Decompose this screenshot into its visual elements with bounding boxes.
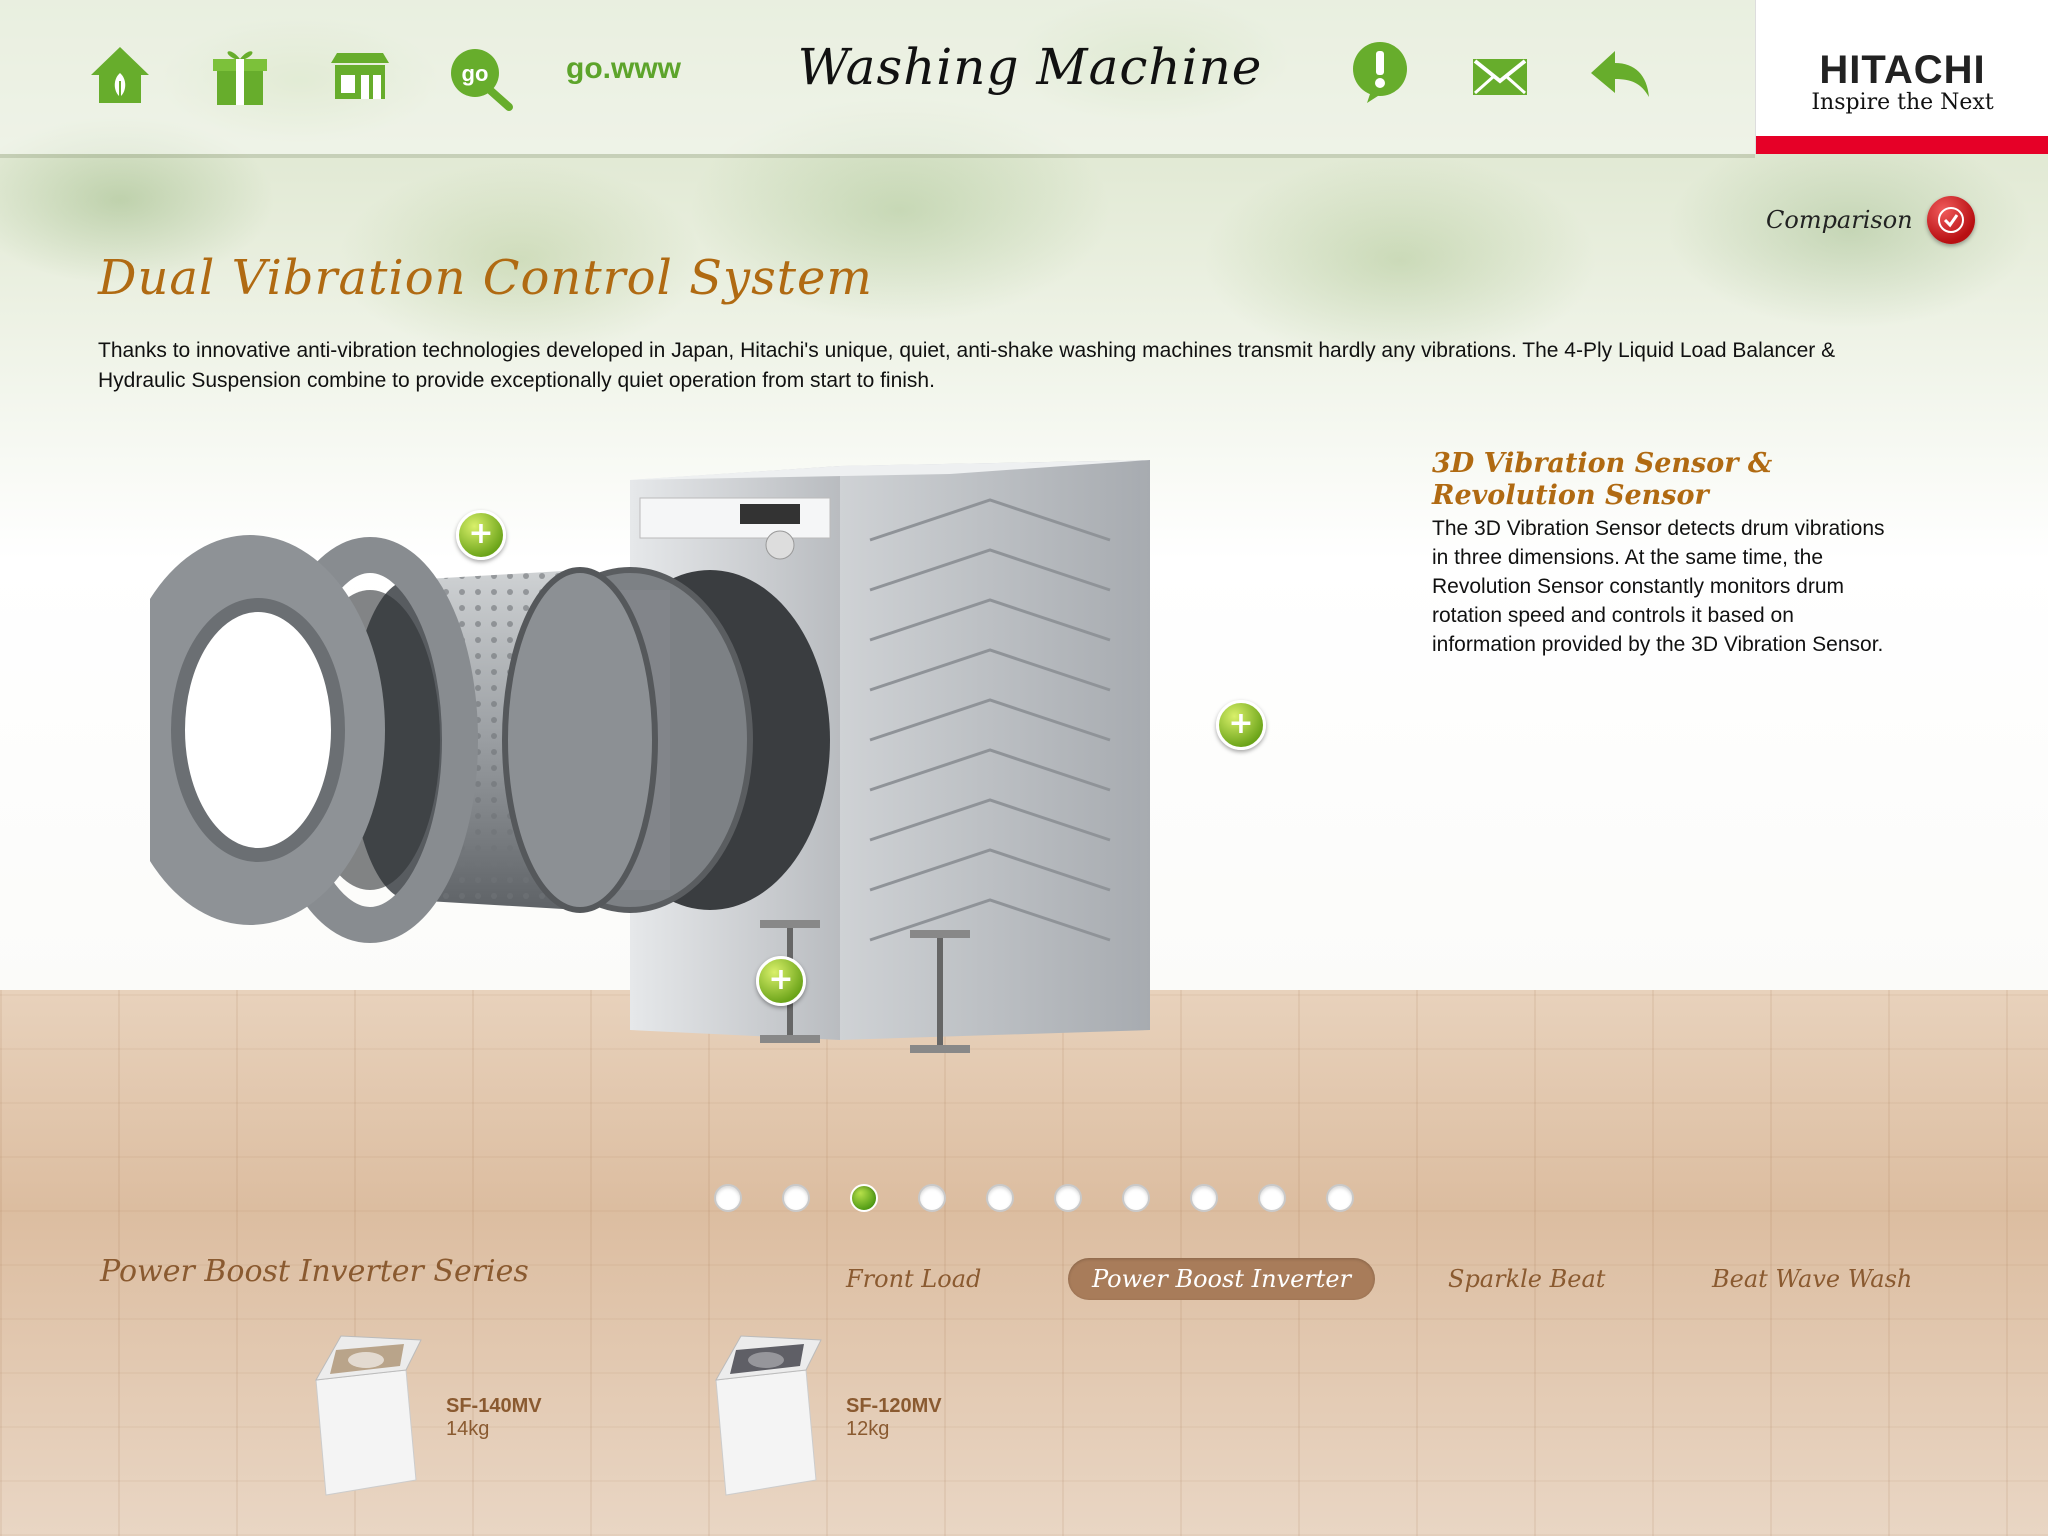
- hotspot-tub-balancer[interactable]: +: [456, 510, 506, 560]
- top-bar-divider: [0, 154, 1755, 158]
- product-card[interactable]: SF-120MV 12kg: [696, 1330, 942, 1500]
- product-capacity: 12kg: [846, 1418, 890, 1440]
- plus-icon: +: [768, 961, 794, 997]
- logo-red-stripe: [1756, 136, 2048, 154]
- pagination-dot[interactable]: [714, 1184, 742, 1212]
- feature-description: The 3D Vibration Sensor detects drum vib…: [1432, 517, 1885, 656]
- top-load-washer-icon: [715, 1335, 822, 1496]
- product-card[interactable]: SF-140MV 14kg: [296, 1330, 542, 1500]
- hotspot-vibration-sensor[interactable]: +: [1216, 700, 1266, 750]
- series-title: Power Boost Inverter Series: [100, 1254, 529, 1289]
- pagination-dot[interactable]: [1258, 1184, 1286, 1212]
- logo-brand-text: HITACHI: [1819, 48, 1986, 92]
- pagination-dot[interactable]: [1122, 1184, 1150, 1212]
- tab-sparkle-beat[interactable]: Sparkle Beat: [1448, 1258, 1605, 1300]
- plus-icon: +: [468, 515, 494, 551]
- tab-beat-wave-wash[interactable]: Beat Wave Wash: [1712, 1258, 1912, 1300]
- comparison-button[interactable]: Comparison: [1766, 196, 1975, 244]
- pagination-dot[interactable]: [918, 1184, 946, 1212]
- gift-icon[interactable]: [202, 38, 278, 114]
- slide-pagination: [714, 1184, 1354, 1212]
- logo-tagline: Inspire the Next: [1811, 90, 1994, 115]
- feature-title: 3D Vibration Sensor & Revolution Sensor: [1432, 448, 1773, 511]
- page-title: Washing Machine: [797, 38, 1263, 96]
- mail-icon[interactable]: [1462, 38, 1538, 114]
- hitachi-logo[interactable]: HITACHI Inspire the Next: [1755, 0, 2048, 154]
- top-load-washer-icon: [315, 1335, 422, 1496]
- section-heading: Dual Vibration Control System: [98, 250, 873, 306]
- plus-icon: +: [1228, 705, 1254, 741]
- product-model: SF-120MV: [846, 1395, 942, 1417]
- pagination-dot[interactable]: [1054, 1184, 1082, 1212]
- svg-text:go: go: [462, 61, 489, 86]
- home-icon[interactable]: [82, 38, 158, 114]
- product-model: SF-140MV: [446, 1395, 542, 1417]
- tab-front-load[interactable]: Front Load: [846, 1258, 981, 1300]
- pagination-dot[interactable]: [782, 1184, 810, 1212]
- store-icon[interactable]: [322, 38, 398, 114]
- pagination-dot[interactable]: [1326, 1184, 1354, 1212]
- back-icon[interactable]: [1582, 38, 1658, 114]
- check-icon: [1926, 196, 1975, 244]
- pagination-dot[interactable]: [986, 1184, 1014, 1212]
- pagination-dot[interactable]: [1190, 1184, 1218, 1212]
- section-description: Thanks to innovative anti-vibration tech…: [98, 339, 1836, 392]
- product-capacity: 14kg: [446, 1418, 490, 1440]
- go-search-icon[interactable]: go: [442, 38, 518, 114]
- go-www-link[interactable]: go.www: [566, 52, 681, 86]
- info-icon[interactable]: [1342, 34, 1418, 110]
- comparison-label: Comparison: [1766, 206, 1913, 234]
- tab-power-boost-inverter[interactable]: Power Boost Inverter: [1068, 1258, 1376, 1300]
- pagination-dot[interactable]: [850, 1184, 878, 1212]
- hotspot-hydraulic-suspension[interactable]: +: [756, 956, 806, 1006]
